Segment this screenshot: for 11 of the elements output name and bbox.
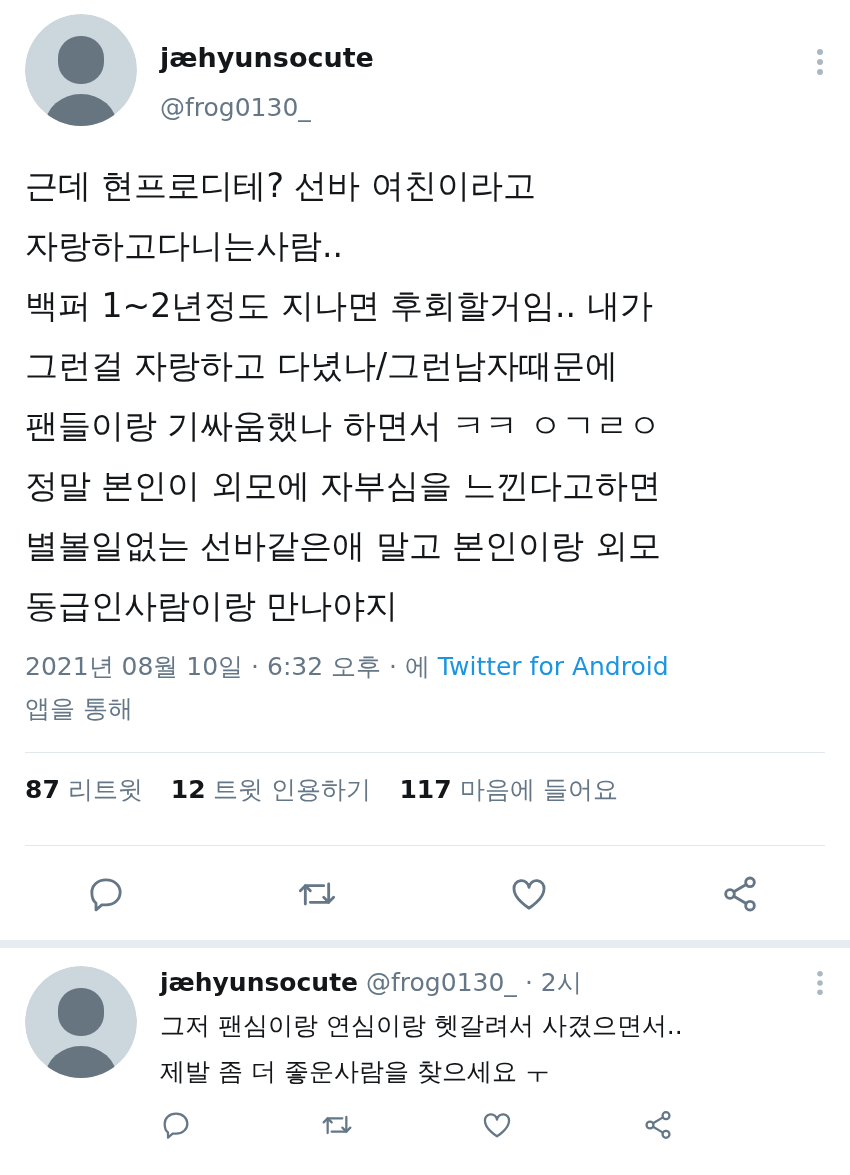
user-handle: @frog0130_	[366, 968, 517, 997]
reply-time: · 2시	[524, 967, 582, 999]
user-name[interactable]: jæhyunsocute	[160, 38, 816, 78]
tweet-text: 근데 현프로디테? 선바 여친이라고 자랑하고다니는사람.. 백퍼 1~2년정도 지나면 후회할거임.. 내가 그런걸 자랑하고 다녔나/그런남자때문에 팬들이랑 기싸움했나 하면서 ㅋㅋ ㅇㄱㄹㅇ 정말 본인이 외모에 자부심을 느낀다고하면 별볼일없는 선바같은애 말고 본인이랑 외모 동급인사람이랑 만나야지	[25, 165, 662, 627]
user-name[interactable]: jæhyunsocute	[160, 968, 359, 997]
stat-count[interactable]: 117 마음에 들어요	[399, 773, 618, 823]
user-handle: @frog0130_	[160, 92, 312, 124]
reply-text: 그저 팬심이랑 연심이랑 헷갈려서 사겼으면서.. 제발 좀 더 좋운사람을 찾으세요 ㅜ	[160, 1010, 684, 1088]
stat-count[interactable]: 12 트윗 인용하기	[170, 773, 372, 823]
tweet-timestamp: 2021년 08월 10일 · 6:32 오후 · 에 Twitter for Android 앱을 통해	[25, 651, 670, 725]
stat-count[interactable]: 87 리트윗	[25, 773, 143, 823]
